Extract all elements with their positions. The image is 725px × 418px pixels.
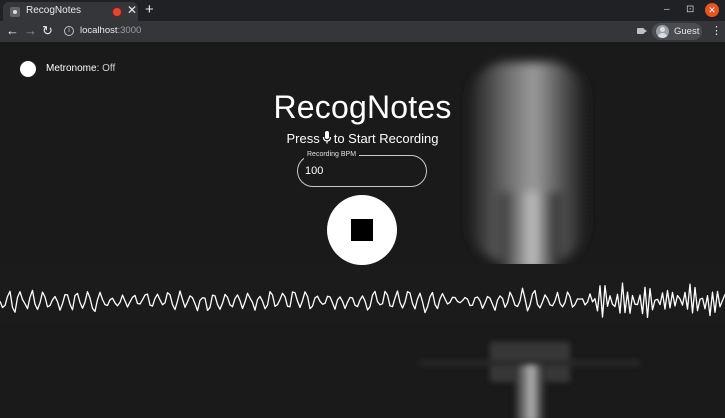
stop-icon: [351, 219, 373, 241]
instruction-text: Press to Start Recording: [0, 131, 725, 146]
minimize-button[interactable]: –: [664, 2, 670, 18]
browser-tab[interactable]: RecogNotes ✕: [3, 2, 138, 21]
address-bar[interactable]: localhost:3000: [80, 25, 141, 36]
metronome-toggle[interactable]: [20, 61, 36, 77]
record-stop-button[interactable]: [327, 195, 397, 265]
metronome-status: Metronome: Off: [46, 63, 115, 74]
bpm-label: Recording BPM: [304, 150, 360, 160]
record-dot-icon: [113, 8, 121, 16]
bpm-field[interactable]: Recording BPM: [297, 150, 427, 187]
app-page: Metronome: Off RecogNotes Press to Start …: [0, 42, 725, 418]
menu-icon[interactable]: ⋮: [711, 24, 722, 39]
microphone-icon: [322, 131, 331, 144]
avatar-icon: [656, 25, 669, 38]
bpm-input[interactable]: [305, 163, 415, 179]
camera-icon[interactable]: [637, 28, 647, 34]
site-info-icon[interactable]: i: [64, 26, 74, 36]
new-tab-button[interactable]: +: [145, 1, 154, 19]
profile-name: Guest: [674, 26, 700, 37]
window-close-button[interactable]: ✕: [705, 3, 719, 17]
forward-button[interactable]: →: [24, 23, 37, 39]
browser-tabstrip: RecogNotes ✕ + – ⊡ ✕: [0, 0, 725, 21]
metronome-label: Metronome:: [46, 63, 100, 74]
tab-title: RecogNotes: [26, 5, 82, 16]
metronome-state: Off: [102, 63, 116, 74]
maximize-button[interactable]: ⊡: [686, 2, 694, 18]
audio-waveform: [0, 282, 725, 319]
app-title: RecogNotes: [273, 89, 452, 125]
waveform-line: [0, 282, 725, 319]
favicon-icon: [10, 7, 20, 17]
back-button[interactable]: ←: [6, 23, 19, 39]
browser-toolbar: ← → ↻ i localhost:3000 Guest ⋮: [0, 21, 725, 42]
instruction-rest: to Start Recording: [333, 131, 439, 146]
tab-close-icon[interactable]: ✕: [127, 3, 137, 17]
profile-button[interactable]: Guest: [652, 23, 702, 40]
url-port: :3000: [117, 25, 142, 36]
instruction-press: Press: [286, 131, 320, 146]
url-host: localhost: [80, 25, 118, 36]
reload-button[interactable]: ↻: [42, 23, 53, 39]
